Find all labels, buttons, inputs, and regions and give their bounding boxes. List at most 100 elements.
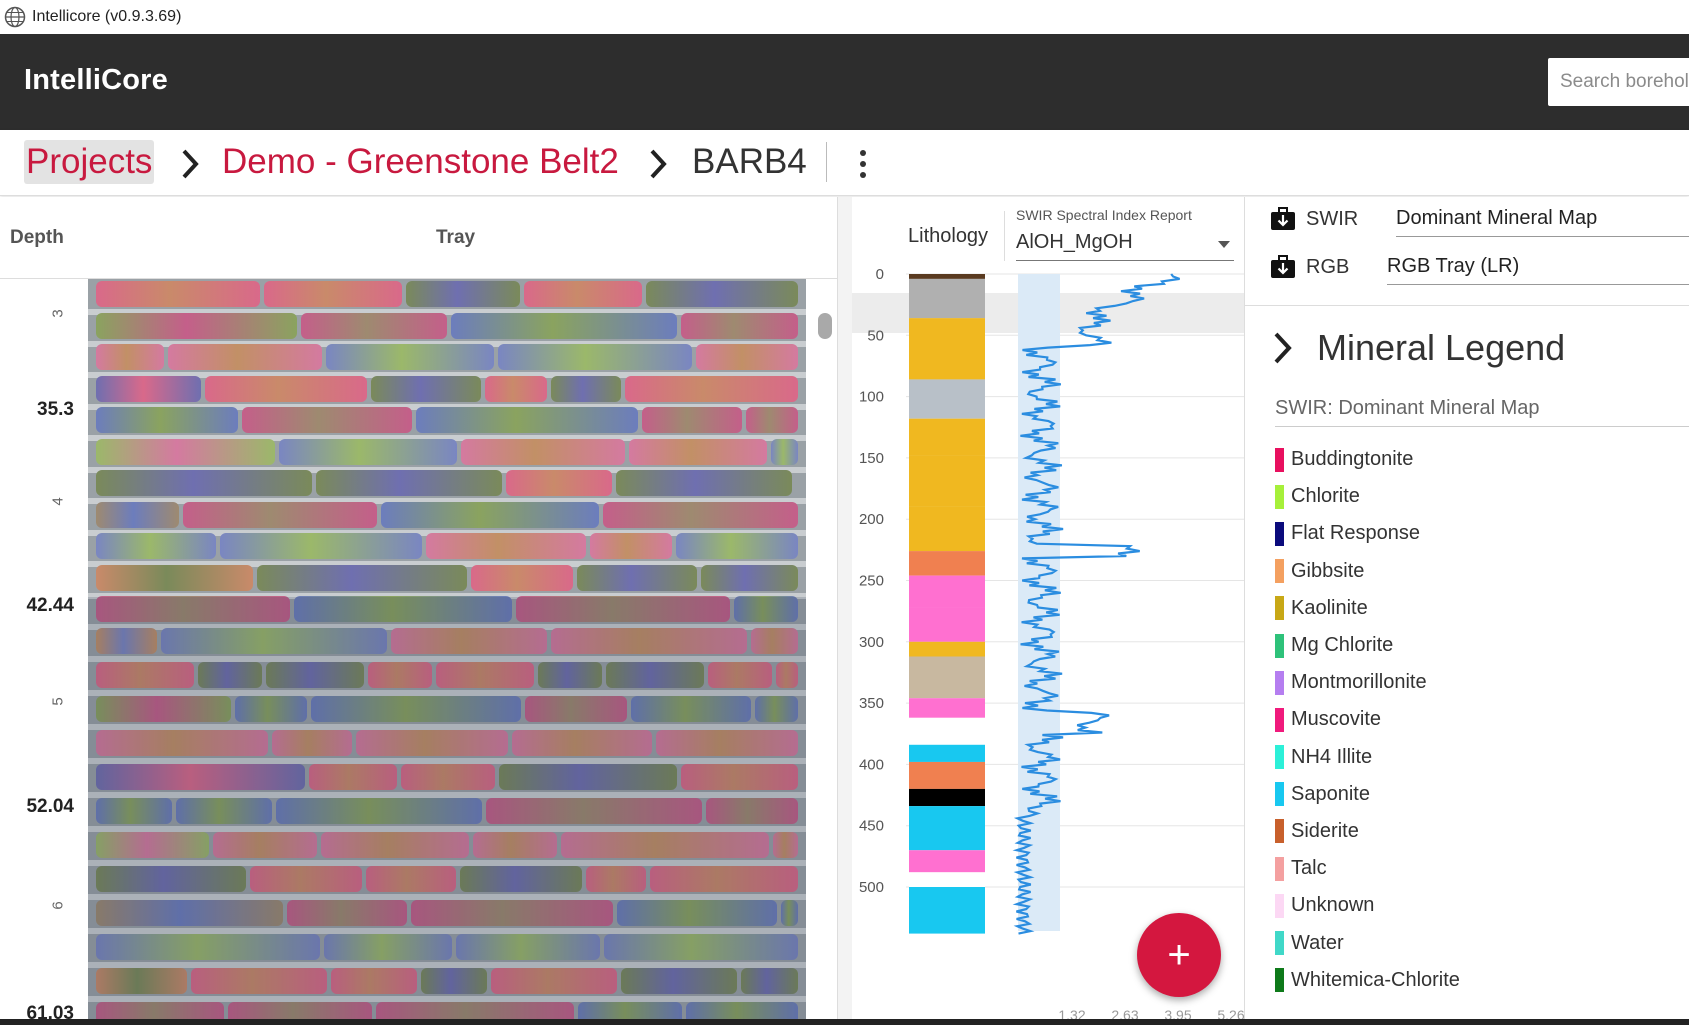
depth-tick-label: 200 [859,511,884,528]
core-segment [696,344,798,370]
swir-layer-row[interactable]: SWIR Dominant Mineral Map [1270,199,1689,239]
legend-swatch [1275,707,1284,732]
legend-item: Muscovite [1275,701,1460,738]
lithology-unit [909,455,985,507]
app-brand[interactable]: IntelliCore [24,64,168,97]
core-tray-image[interactable] [88,279,806,1025]
depth-tick-label: 300 [859,634,884,651]
legend-item: Talc [1275,850,1460,887]
depth-label: 52.04 [26,796,74,817]
breadcrumb-projects[interactable]: Projects [24,140,155,184]
legend-item: Unknown [1275,887,1460,924]
depth-tick-label: 50 [867,327,884,344]
swir-index-selected: AlOH_MgOH [1016,231,1133,253]
lithology-unit [909,806,985,851]
depth-tick-label: 350 [859,695,884,712]
swir-layer-select[interactable]: Dominant Mineral Map [1396,201,1689,237]
legend-swatch [1275,484,1284,509]
legend-swatch [1275,968,1284,993]
chevron-right-icon [182,149,199,179]
legend-swatch [1275,856,1284,881]
lithology-unit [909,872,985,887]
legend-item: Water [1275,924,1460,961]
legend-swatch [1275,559,1284,584]
window-bottom-edge [0,1019,1689,1025]
tray-scrollbar-thumb[interactable] [818,313,832,339]
log-chart[interactable]: 0501001502002503003504004505001.32 2.63 3.… [852,263,1244,1025]
core-segment [96,438,275,465]
legend-swatch [1275,670,1284,695]
legend-label: Siderite [1291,819,1359,842]
core-segment [301,312,447,339]
core-segment [603,501,798,528]
depth-tick-label: 250 [859,573,884,590]
rgb-layer-select[interactable]: RGB Tray (LR) [1387,249,1689,285]
tray-number: 6 [49,901,67,910]
download-case-icon[interactable] [1270,255,1296,279]
legend-label: Buddingtonite [1291,448,1414,471]
legend-item: Chlorite [1275,478,1460,515]
tray-boundary-shade [88,597,806,1025]
depth-tick-label: 400 [859,756,884,773]
panel-divider[interactable] [837,197,852,1025]
depth-tick-label: 500 [859,879,884,896]
breadcrumb-project[interactable]: Demo - Greenstone Belt2 [222,140,619,184]
search-input[interactable]: Search boreholes [1548,58,1689,106]
lithology-unit [909,641,985,657]
lithology-unit [909,788,985,807]
lithology-unit [909,278,985,319]
lithology-unit [909,418,985,456]
core-segment [416,407,638,433]
tray-panel: Depth Tray 3 35.3 4 42.44 5 52.04 6 61.0… [0,197,837,1025]
log-header-divider [1004,211,1005,261]
tray-number: 4 [49,497,67,506]
lithology-unit [909,698,985,718]
swir-index-select[interactable]: AlOH_MgOH [1016,231,1234,261]
core-segment [96,281,260,307]
tray-panel-header: Depth Tray [0,197,837,279]
depth-tick-label: 450 [859,818,884,835]
core-segment [426,533,586,559]
legend-swatch [1275,893,1284,918]
legend-label: Montmorillonite [1291,671,1427,694]
legend-item: Gibbsite [1275,553,1460,590]
core-segment [701,564,798,591]
legend-swatch [1275,447,1284,472]
lithology-unit [909,274,985,279]
legend-label: Whitemica-Chlorite [1291,968,1460,991]
legend-label: NH4 Illite [1291,745,1373,768]
core-segment [381,501,599,528]
log-panel: Lithology SWIR Spectral Index Report AlO… [852,197,1244,1025]
depth-tick-label: 150 [859,450,884,467]
rgb-layer-row[interactable]: RGB RGB Tray (LR) [1270,247,1689,287]
app-bar: IntelliCore Search boreholes [0,34,1689,130]
core-segment [96,375,201,402]
add-button[interactable]: + [1137,913,1221,997]
legend-label: Kaolinite [1291,596,1368,619]
download-case-icon[interactable] [1270,207,1296,231]
breadcrumb-borehole[interactable]: BARB4 [692,140,807,184]
legend-label: Water [1291,931,1344,954]
legend-label: Unknown [1291,894,1375,917]
core-segment [771,438,798,465]
core-segment [183,501,377,528]
legend-item: Montmorillonite [1275,664,1460,701]
core-segment [461,438,625,465]
legend-label: Chlorite [1291,485,1360,508]
core-segment [96,501,179,528]
legend-item: NH4 Illite [1275,739,1460,776]
depth-tick-label: 0 [876,266,884,283]
core-segment [96,470,312,496]
more-options-icon[interactable] [856,147,870,181]
legend-swatch [1275,633,1284,658]
legend-swatch [1275,931,1284,956]
legend-label: Muscovite [1291,708,1382,731]
swir-layer-name: SWIR [1306,207,1359,230]
mineral-legend-header[interactable]: Mineral Legend [1271,327,1565,369]
legend-label: Talc [1291,857,1327,880]
tray-column-header: Tray [436,227,476,248]
mineral-legend-subtitle: SWIR: Dominant Mineral Map [1275,397,1689,427]
lithology-unit [909,656,985,699]
swir-report-label: SWIR Spectral Index Report [1016,207,1192,223]
core-segment [257,564,467,591]
